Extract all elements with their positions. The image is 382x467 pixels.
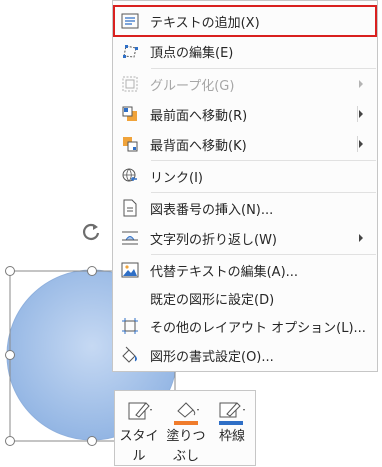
shape-outline-button-label: 枠線 (218, 429, 245, 444)
link-icon (118, 164, 142, 188)
bring-to-front-icon (118, 102, 142, 126)
menu-item-label: 最背面へ移動(K) (150, 138, 247, 154)
wrap-text-icon (118, 226, 142, 250)
split-button-divider (357, 106, 358, 122)
style-button-label: スタイル (119, 429, 159, 464)
send-to-back-icon (118, 132, 142, 156)
submenu-arrow-icon (359, 234, 363, 242)
menu-item-group[interactable]: グループ化(G) (114, 69, 376, 99)
menu-icon-placeholder (118, 286, 142, 310)
menu-item-format-shape[interactable]: 図形の書式設定(O)... (114, 340, 376, 370)
format-shape-icon (118, 343, 142, 367)
menu-item-wrap-text[interactable]: 文字列の折り返し(W) (114, 223, 376, 253)
menu-item-label: 既定の図形に設定(D) (150, 292, 275, 308)
submenu-arrow-icon (359, 80, 363, 88)
submenu-arrow-icon[interactable] (359, 110, 363, 118)
pen-outline-icon (215, 397, 249, 427)
shape-fill-button[interactable]: 塗りつぶし (166, 397, 206, 464)
shape-style-icon (122, 397, 156, 427)
group-icon (118, 72, 142, 96)
menu-item-label: 文字列の折り返し(W) (150, 232, 277, 248)
menu-item-layout-options[interactable]: その他のレイアウト オプション(L)... (114, 311, 376, 341)
menu-item-insert-caption[interactable]: 図表番号の挿入(N)... (114, 193, 376, 223)
layout-options-icon (118, 314, 142, 338)
menu-item-label: 頂点の編集(E) (150, 45, 234, 61)
menu-item-label: その他のレイアウト オプション(L)... (150, 320, 366, 336)
paint-bucket-icon (169, 397, 203, 427)
menu-item-edit-points[interactable]: 頂点の編集(E) (114, 36, 376, 66)
resize-handle-top-left[interactable] (5, 266, 15, 276)
menu-item-label: リンク(I) (150, 170, 203, 186)
shape-fill-button-label: 塗りつぶし (166, 429, 206, 464)
alt-text-icon (118, 258, 142, 282)
edit-points-icon (118, 39, 142, 63)
menu-item-label: 図形の書式設定(O)... (150, 349, 274, 365)
split-button-divider (357, 136, 358, 152)
menu-item-label: テキストの追加(X) (150, 15, 260, 31)
menu-item-label: 最前面へ移動(R) (150, 108, 248, 124)
menu-item-label: 代替テキストの編集(A)... (150, 264, 299, 280)
submenu-arrow-icon[interactable] (359, 140, 363, 148)
menu-item-link[interactable]: リンク(I) (114, 161, 376, 191)
menu-item-alt-text[interactable]: 代替テキストの編集(A)... (114, 255, 376, 285)
style-button[interactable]: スタイル (119, 397, 159, 464)
resize-handle-bottom[interactable] (87, 436, 97, 446)
menu-item-bring-to-front[interactable]: 最前面へ移動(R) (114, 99, 376, 129)
menu-item-set-default-shape[interactable]: 既定の図形に設定(D) (114, 283, 376, 313)
context-menu: テキストの追加(X) 頂点の編集(E) グループ化(G) 最前面へ移動(R) 最… (112, 0, 378, 372)
resize-handle-bottom-left[interactable] (5, 436, 15, 446)
menu-item-add-text[interactable]: テキストの追加(X) (113, 5, 377, 37)
mini-toolbar: スタイル 塗りつぶし 枠線 (114, 390, 256, 466)
menu-item-send-to-back[interactable]: 最背面へ移動(K) (114, 129, 376, 159)
menu-item-label: グループ化(G) (150, 78, 235, 94)
resize-handle-top[interactable] (87, 266, 97, 276)
menu-item-label: 図表番号の挿入(N)... (150, 202, 274, 218)
resize-handle-left[interactable] (5, 350, 15, 360)
shape-outline-button[interactable]: 枠線 (212, 397, 252, 463)
rotate-handle-icon[interactable] (80, 221, 102, 243)
insert-caption-icon (118, 196, 142, 220)
add-text-icon (118, 9, 142, 33)
